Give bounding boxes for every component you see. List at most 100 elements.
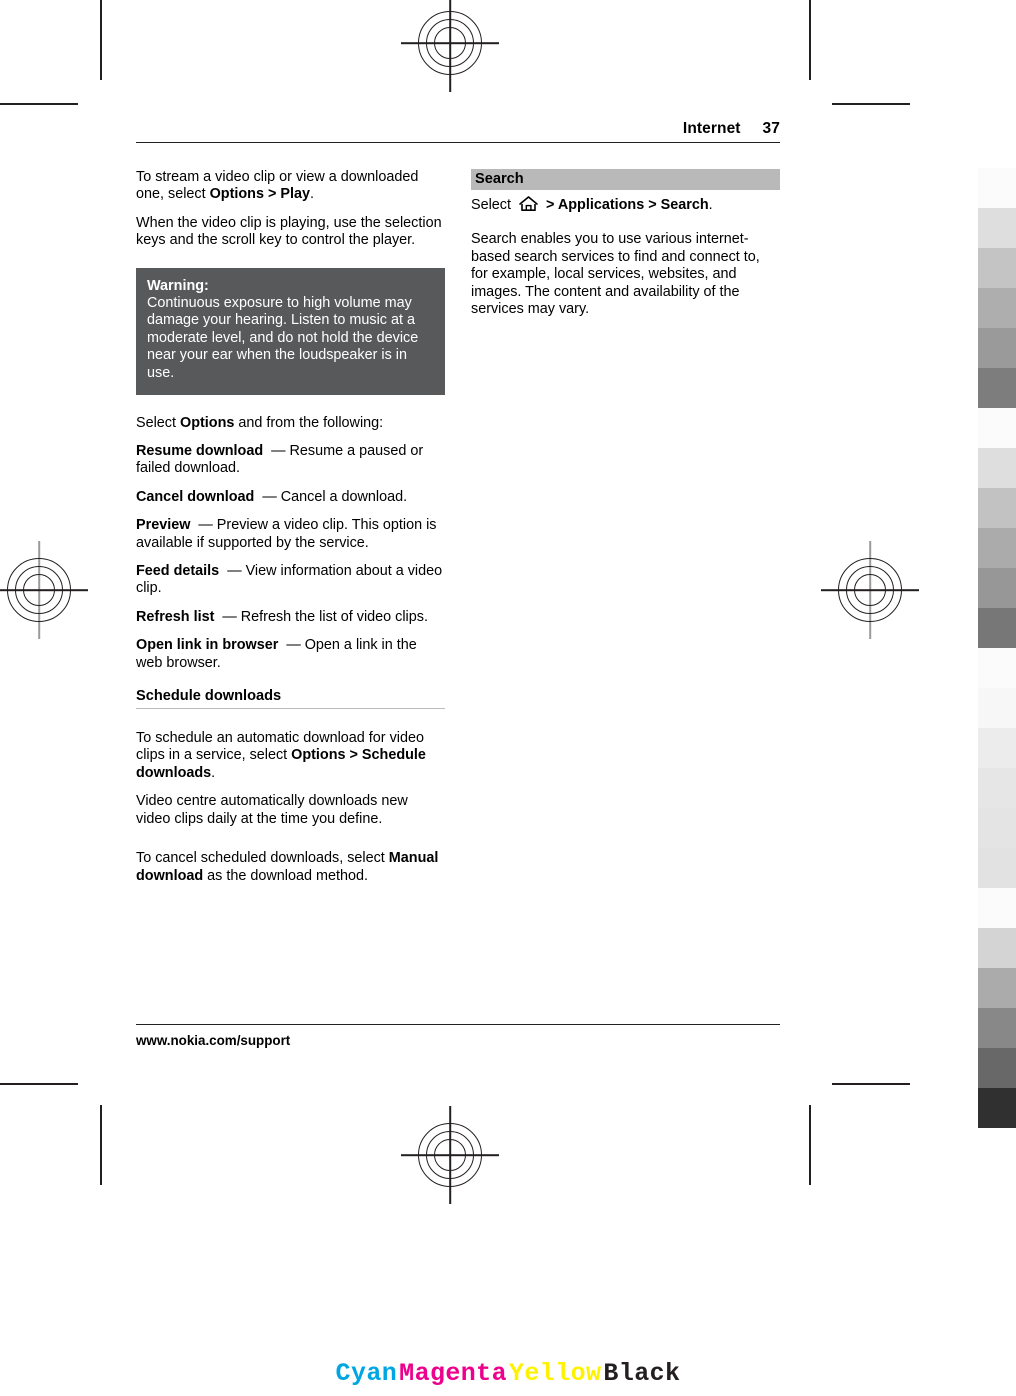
schedule-paragraph-1: To schedule an automatic download for vi…	[136, 730, 445, 782]
applications-keyword: Applications	[557, 197, 645, 213]
options-intro-paragraph: Select Options and from the following:	[136, 415, 445, 432]
gray-band	[978, 1008, 1016, 1048]
crop-mark-top-left-vertical	[100, 0, 102, 80]
gray-band	[978, 248, 1016, 288]
color-bar-label-black: Black	[603, 1359, 681, 1388]
registration-ring-inner	[23, 574, 55, 606]
schedule-paragraph-2: Video centre automatically downloads new…	[136, 793, 408, 827]
option-dash: —	[222, 608, 237, 625]
gray-band	[978, 288, 1016, 328]
option-entry: Cancel download — Cancel a download.	[136, 489, 445, 506]
search-path-a: Select	[471, 197, 515, 213]
cmyk-color-bar: CyanMagentaYellowBlack	[0, 1359, 1016, 1388]
stream-video-paragraph: To stream a video clip or view a downloa…	[136, 169, 445, 204]
option-term: Refresh list	[136, 608, 215, 625]
gray-band	[978, 208, 1016, 248]
gray-band	[978, 888, 1016, 928]
option-entry: Open link in browser — Open a link in th…	[136, 637, 445, 672]
option-term: Resume download	[136, 443, 264, 459]
cancel-text-a: To cancel scheduled downloads, select	[136, 850, 389, 867]
registration-mark-bottom	[401, 1106, 499, 1204]
page-section-title: Internet	[682, 120, 741, 137]
crop-mark-top-left-horizontal	[0, 103, 78, 105]
gray-band	[978, 768, 1016, 808]
search-path-end: .	[708, 197, 713, 213]
right-column: Search Select > Applications > Search. S…	[471, 169, 780, 329]
page-header: Internet 37	[136, 120, 780, 142]
warning-callout: Warning: Continuous exposure to high vol…	[136, 267, 445, 395]
footer-divider: www.nokia.com/support	[136, 1024, 780, 1048]
registration-ring-inner	[854, 574, 886, 606]
path-separator: >	[542, 197, 558, 213]
cancel-text-b: as the download method.	[203, 867, 368, 884]
search-keyword: Search	[660, 197, 709, 213]
gray-band	[978, 528, 1016, 568]
option-dash: —	[271, 443, 286, 459]
options-intro-b: and from the following:	[234, 414, 384, 431]
gray-band	[978, 608, 1016, 648]
option-dash: —	[262, 488, 277, 505]
options-keyword: Options	[291, 747, 346, 764]
schedule-text-c: .	[211, 764, 216, 781]
color-bar-label-cyan: Cyan	[335, 1359, 398, 1388]
option-entry: Preview — Preview a video clip. This opt…	[136, 517, 445, 552]
options-keyword: Options	[209, 186, 264, 203]
gray-band	[978, 1088, 1016, 1128]
color-bar-label-yellow: Yellow	[509, 1359, 602, 1388]
gray-band	[978, 688, 1016, 728]
option-entry: Refresh list — Refresh the list of video…	[136, 609, 445, 626]
gray-band	[978, 448, 1016, 488]
gray-band	[978, 328, 1016, 368]
option-dash: —	[198, 517, 213, 534]
registration-ring-inner	[434, 1139, 466, 1171]
search-description-paragraph: Search enables you to use various intern…	[471, 231, 760, 318]
gray-band	[978, 168, 1016, 208]
option-definition: Cancel a download.	[280, 488, 408, 505]
crop-mark-top-right-vertical	[809, 0, 811, 80]
crop-mark-top-right-horizontal	[832, 103, 910, 105]
gray-band	[978, 728, 1016, 768]
crop-mark-bottom-left-horizontal	[0, 1083, 78, 1085]
option-term: Open link in browser	[136, 637, 279, 654]
path-separator: >	[263, 186, 281, 203]
registration-mark-left	[0, 541, 88, 639]
gray-band	[978, 1048, 1016, 1088]
search-path-paragraph: Select > Applications > Search.	[471, 195, 780, 217]
option-entry: Feed details — View information about a …	[136, 563, 445, 598]
schedule-paragraph-3: To cancel scheduled downloads, select Ma…	[136, 850, 445, 885]
option-dash: —	[227, 563, 242, 580]
registration-mark-right	[821, 541, 919, 639]
manual-page: Internet 37 To stream a video clip or vie…	[136, 120, 780, 896]
option-definition: Refresh the list of video clips.	[240, 608, 428, 625]
gray-band	[978, 408, 1016, 448]
gray-band	[978, 568, 1016, 608]
schedule-downloads-heading: Schedule downloads	[136, 688, 445, 710]
registration-mark-top	[401, 0, 499, 92]
header-divider	[136, 142, 780, 143]
stream-text-c: .	[309, 186, 314, 203]
option-entry: Resume download — Resume a paused or fai…	[136, 443, 445, 478]
page-footer: www.nokia.com/support	[136, 1014, 780, 1048]
gray-band	[978, 648, 1016, 688]
gray-band	[978, 808, 1016, 848]
option-term: Preview	[136, 517, 191, 534]
gray-band	[978, 848, 1016, 888]
gray-band	[978, 488, 1016, 528]
path-separator: >	[345, 747, 362, 764]
gray-band	[978, 368, 1016, 408]
grayscale-calibration-strip	[978, 168, 1016, 1128]
search-section-heading: Search	[471, 169, 780, 190]
playing-controls-paragraph: When the video clip is playing, use the …	[136, 214, 442, 249]
crop-mark-bottom-left-vertical	[100, 1105, 102, 1185]
option-term: Cancel download	[136, 488, 255, 505]
home-icon	[518, 195, 539, 217]
options-intro-a: Select	[136, 414, 180, 431]
page-number: 37	[762, 120, 780, 137]
play-keyword: Play	[280, 186, 310, 203]
warning-text: Continuous exposure to high volume may d…	[147, 294, 419, 381]
crop-mark-bottom-right-horizontal	[832, 1083, 910, 1085]
path-separator: >	[644, 197, 661, 213]
option-term: Feed details	[136, 563, 220, 580]
support-url: www.nokia.com/support	[136, 1033, 291, 1048]
option-dash: —	[286, 637, 301, 654]
